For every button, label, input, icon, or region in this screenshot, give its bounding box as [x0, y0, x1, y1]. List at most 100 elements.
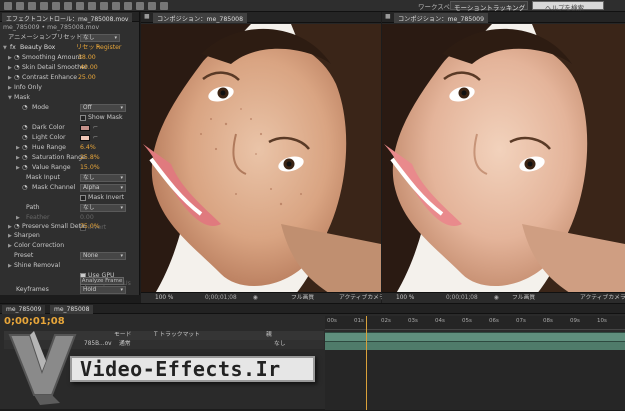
- stopwatch-icon[interactable]: ◔: [22, 123, 27, 133]
- layer-track-bar[interactable]: [325, 341, 625, 350]
- ruler-tick: 09s: [570, 318, 580, 324]
- fx-icon: fx: [10, 44, 16, 51]
- eraser-tool-icon[interactable]: [136, 2, 144, 10]
- ruler-tick: 08s: [543, 318, 553, 324]
- stopwatch-icon[interactable]: ◔: [22, 143, 27, 153]
- eyedropper-icon[interactable]: ⌐: [93, 123, 98, 133]
- camera-icon[interactable]: ◉: [494, 293, 499, 303]
- text-tool-icon[interactable]: [100, 2, 108, 10]
- show-mask-checkbox[interactable]: [80, 115, 86, 121]
- roto-brush-tool-icon[interactable]: [148, 2, 156, 10]
- stopwatch-icon[interactable]: ◔: [14, 63, 19, 73]
- stopwatch-icon[interactable]: ◔: [14, 53, 19, 63]
- expand-icon[interactable]: ▶: [8, 261, 12, 271]
- stopwatch-icon[interactable]: ◔: [22, 153, 27, 163]
- breadcrumb: me_785009 • me_785008.mov: [3, 24, 100, 31]
- zoom-dropdown[interactable]: 100 %: [396, 293, 414, 303]
- resolution-dropdown[interactable]: フル画質: [291, 293, 314, 303]
- sharpen-label: Sharpen: [14, 232, 40, 239]
- animation-preset-dropdown[interactable]: なし: [80, 34, 120, 42]
- ruler-tick: 04s: [435, 318, 445, 324]
- timeline-tab[interactable]: me_785008: [50, 305, 94, 314]
- expand-icon[interactable]: ▶: [16, 163, 20, 173]
- value-range-label: Value Range: [32, 164, 71, 171]
- camera-icon[interactable]: ◉: [253, 293, 258, 303]
- effect-expand-icon[interactable]: ▼: [3, 43, 7, 53]
- camera-tool-icon[interactable]: [52, 2, 60, 10]
- analyze-frame-button[interactable]: Analyze Frame: [80, 277, 124, 285]
- path-dropdown[interactable]: なし: [80, 204, 126, 212]
- expand-icon[interactable]: ▶: [8, 63, 12, 73]
- stopwatch-icon[interactable]: ◔: [14, 73, 19, 83]
- light-color-swatch[interactable]: [80, 135, 90, 141]
- stopwatch-icon[interactable]: ◔: [22, 183, 27, 193]
- zoom-tool-icon[interactable]: [28, 2, 36, 10]
- expand-icon[interactable]: ▶: [8, 231, 12, 241]
- resolution-dropdown[interactable]: フル画質: [512, 293, 535, 303]
- time-ruler[interactable]: 00s 01s 02s 03s 04s 05s 06s 07s 08s 09s …: [325, 316, 625, 330]
- brush-tool-icon[interactable]: [112, 2, 120, 10]
- expand-icon[interactable]: ▶: [16, 143, 20, 153]
- expand-icon[interactable]: ▶: [8, 241, 12, 251]
- pan-behind-tool-icon[interactable]: [64, 2, 72, 10]
- clone-stamp-tool-icon[interactable]: [124, 2, 132, 10]
- value-range-value[interactable]: 15.0%: [80, 163, 100, 173]
- layer-track-bar[interactable]: [325, 332, 625, 341]
- contrast-enhance-value[interactable]: 25.00: [78, 73, 96, 83]
- eyedropper-icon[interactable]: ⌐: [93, 133, 98, 143]
- mask-input-label: Mask Input: [26, 174, 60, 181]
- pen-tool-icon[interactable]: [88, 2, 96, 10]
- stopwatch-icon[interactable]: ◔: [22, 103, 27, 113]
- lock-icon[interactable]: ■: [144, 13, 150, 20]
- rotate-tool-icon[interactable]: [40, 2, 48, 10]
- shine-removal-label: Shine Removal: [14, 262, 61, 269]
- mask-group-label: Mask: [14, 94, 30, 101]
- effect-controls-tab[interactable]: エフェクトコントロール：me_785008.mov: [2, 13, 133, 23]
- saturation-range-value[interactable]: 25.8%: [80, 153, 100, 163]
- ruler-tick: 03s: [408, 318, 418, 324]
- lock-icon[interactable]: ■: [385, 13, 391, 20]
- expand-icon[interactable]: ▶: [8, 83, 12, 93]
- ruler-tick: 06s: [489, 318, 499, 324]
- ruler-tick: 02s: [381, 318, 391, 324]
- workspace-dropdown[interactable]: モーショントラッキング: [450, 1, 528, 12]
- composition-tab-right[interactable]: コンポジション：me_785009: [394, 13, 489, 23]
- mask-invert-checkbox[interactable]: [80, 195, 86, 201]
- anchor-label: アニメーションプリセット：: [8, 34, 89, 41]
- playhead[interactable]: [366, 316, 367, 410]
- expand-icon[interactable]: ▶: [8, 73, 12, 83]
- register-link[interactable]: Register: [96, 43, 121, 53]
- camera-dropdown[interactable]: アクティブカメラ: [580, 293, 625, 303]
- zoom-dropdown[interactable]: 100 %: [155, 293, 173, 303]
- stopwatch-icon[interactable]: ◔: [22, 163, 27, 173]
- selection-tool-icon[interactable]: [4, 2, 12, 10]
- preset-dropdown[interactable]: None: [80, 252, 126, 260]
- smoothing-amount-value[interactable]: 38.00: [78, 53, 96, 63]
- composition-tab-left[interactable]: コンポジション：me_785008: [153, 13, 248, 23]
- timecode-display[interactable]: 0;00;01;08: [205, 293, 237, 303]
- timeline-tab[interactable]: me_785009: [2, 305, 46, 314]
- mode-dropdown[interactable]: Off: [80, 104, 126, 112]
- mask-channel-dropdown[interactable]: Alpha: [80, 184, 126, 192]
- skin-detail-value[interactable]: 40.00: [80, 63, 98, 73]
- camera-dropdown[interactable]: アクティブカメラ: [339, 293, 385, 303]
- expand-icon[interactable]: ▶: [16, 153, 20, 163]
- keyframes-label: Keyframes: [16, 286, 49, 293]
- hue-range-value[interactable]: 6.4%: [80, 143, 96, 153]
- hand-tool-icon[interactable]: [16, 2, 24, 10]
- stopwatch-icon[interactable]: ◔: [22, 133, 27, 143]
- mask-input-dropdown[interactable]: なし: [80, 174, 126, 182]
- effect-name: Beauty Box: [20, 44, 56, 51]
- dark-color-swatch[interactable]: [80, 125, 90, 131]
- color-correction-label: Color Correction: [14, 242, 65, 249]
- collapse-icon[interactable]: ▼: [8, 93, 12, 103]
- mask-tool-icon[interactable]: [76, 2, 84, 10]
- timecode-display[interactable]: 0;00;01;08: [446, 293, 478, 303]
- help-search-input[interactable]: ヘルプを検索: [532, 1, 604, 12]
- keyframes-dropdown[interactable]: Hold: [80, 286, 126, 294]
- expand-icon[interactable]: ▶: [8, 53, 12, 63]
- dark-color-label: Dark Color: [32, 124, 65, 131]
- track-area[interactable]: [325, 332, 625, 410]
- tools-toolbar: ワークスペース： モーショントラッキング ヘルプを検索: [0, 0, 625, 12]
- puppet-tool-icon[interactable]: [160, 2, 168, 10]
